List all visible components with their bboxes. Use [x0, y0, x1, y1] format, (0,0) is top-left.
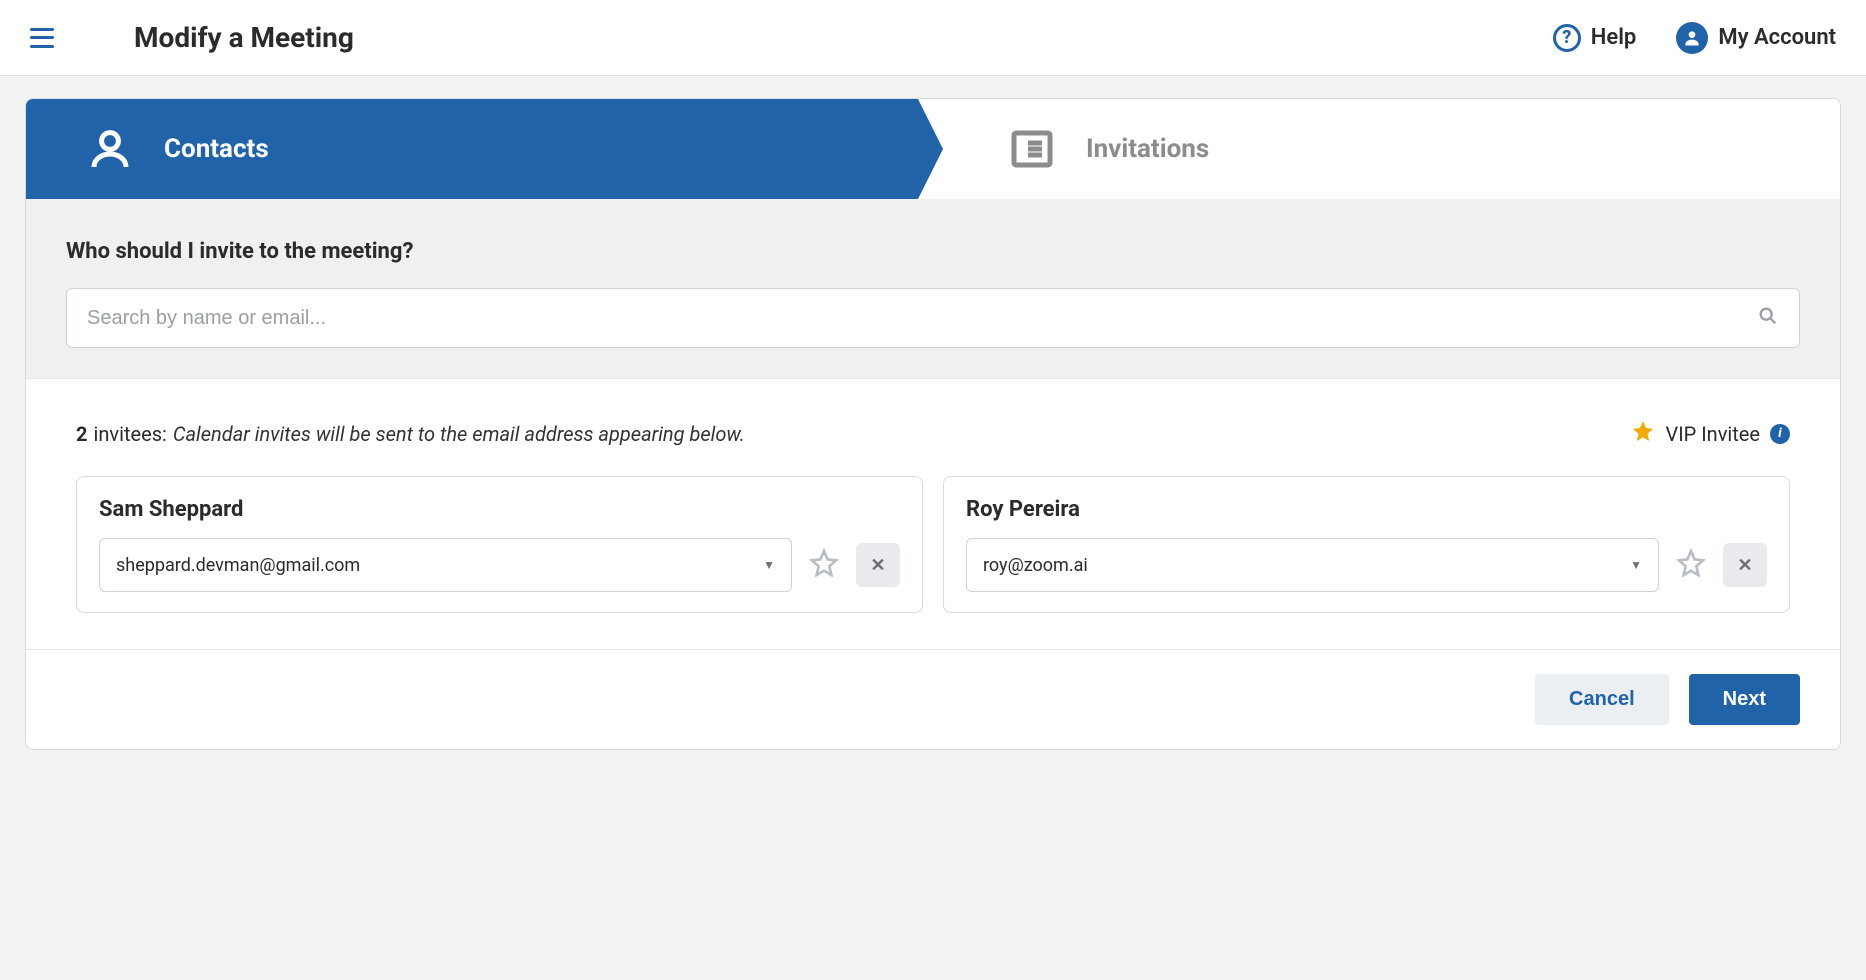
step-tabs: Contacts Invitations: [26, 99, 1840, 199]
close-icon: ✕: [1737, 555, 1752, 576]
tab-invitations[interactable]: Invitations: [918, 99, 1840, 199]
invitee-card: Roy Pereira roy@zoom.ai ▼ ✕: [943, 476, 1790, 613]
invitee-email: sheppard.devman@gmail.com: [116, 555, 360, 576]
invitee-name: Sam Sheppard: [99, 497, 900, 522]
help-link[interactable]: ? Help: [1553, 24, 1637, 52]
account-label: My Account: [1718, 25, 1836, 50]
vip-label: VIP Invitee: [1665, 422, 1760, 446]
invitee-header: 2 invitees: Calendar invites will be sen…: [76, 419, 1790, 448]
vip-toggle[interactable]: [808, 547, 840, 583]
footer: Cancel Next: [26, 649, 1840, 749]
invitee-email-select[interactable]: sheppard.devman@gmail.com ▼: [99, 538, 792, 592]
menu-icon[interactable]: [30, 28, 54, 48]
invitee-email-select[interactable]: roy@zoom.ai ▼: [966, 538, 1659, 592]
caret-down-icon: ▼: [1630, 558, 1642, 572]
help-icon: ?: [1553, 24, 1581, 52]
caret-down-icon: ▼: [763, 558, 775, 572]
info-icon[interactable]: i: [1770, 424, 1790, 444]
contacts-icon: [86, 125, 134, 173]
invitee-email: roy@zoom.ai: [983, 555, 1088, 576]
tab-contacts[interactable]: Contacts: [26, 99, 918, 199]
invitee-card: Sam Sheppard sheppard.devman@gmail.com ▼…: [76, 476, 923, 613]
close-icon: ✕: [870, 555, 885, 576]
vip-legend: VIP Invitee i: [1631, 419, 1790, 448]
invitee-grid: Sam Sheppard sheppard.devman@gmail.com ▼…: [76, 476, 1790, 613]
invitee-count: 2: [76, 422, 87, 446]
search-field-wrap[interactable]: [66, 288, 1800, 348]
star-filled-icon: [1631, 419, 1655, 448]
tab-contacts-label: Contacts: [164, 134, 269, 164]
top-bar: Modify a Meeting ? Help My Account: [0, 0, 1866, 76]
remove-invitee-button[interactable]: ✕: [1723, 543, 1767, 587]
page-title: Modify a Meeting: [134, 21, 354, 54]
avatar-icon: [1676, 22, 1708, 54]
vip-toggle[interactable]: [1675, 547, 1707, 583]
help-label: Help: [1591, 25, 1637, 50]
invitee-section: 2 invitees: Calendar invites will be sen…: [26, 378, 1840, 649]
prompt-area: Who should I invite to the meeting?: [26, 199, 1840, 378]
invitee-word: invitees:: [93, 422, 166, 446]
remove-invitee-button[interactable]: ✕: [856, 543, 900, 587]
main-card: Contacts Invitations Who should I invite…: [25, 98, 1841, 750]
account-link[interactable]: My Account: [1676, 22, 1836, 54]
prompt-text: Who should I invite to the meeting?: [66, 239, 1800, 264]
search-input[interactable]: [87, 307, 1757, 330]
invitee-description: Calendar invites will be sent to the ema…: [173, 422, 745, 446]
search-icon: [1757, 305, 1779, 331]
next-button[interactable]: Next: [1689, 674, 1800, 725]
invitee-name: Roy Pereira: [966, 497, 1767, 522]
tab-invitations-label: Invitations: [1086, 134, 1209, 164]
cancel-button[interactable]: Cancel: [1535, 674, 1669, 725]
invitations-icon: [1008, 125, 1056, 173]
